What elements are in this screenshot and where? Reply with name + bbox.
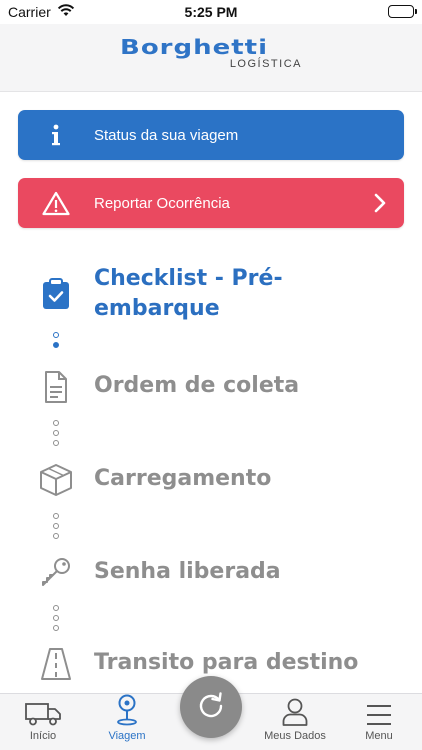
step-connector [53, 605, 59, 635]
map-pin-icon [116, 694, 138, 730]
user-icon [282, 694, 308, 730]
truck-icon [25, 694, 61, 730]
clipboard-check-icon [38, 278, 74, 310]
refresh-button[interactable] [180, 676, 242, 738]
box-icon [38, 464, 74, 496]
step-label: Ordem de coleta [94, 373, 300, 398]
tab-label: Menu [365, 730, 393, 742]
step-label: Transito para destino [94, 650, 359, 675]
step-label: Carregamento [94, 466, 272, 491]
battery-icon [388, 5, 417, 18]
step-connector [53, 513, 59, 543]
report-occurrence-button[interactable]: Reportar Ocorrência [18, 178, 404, 228]
info-icon [18, 124, 94, 146]
logo-subtitle: LOGÍSTICA [229, 58, 302, 70]
clock: 5:25 PM [184, 4, 238, 20]
borghetti-logo: Borghetti LOGÍSTICA [120, 36, 304, 76]
hamburger-icon [366, 694, 392, 730]
tab-viagem[interactable]: Viagem [96, 694, 158, 750]
logo-brand: Borghetti [120, 36, 269, 60]
step-connector [53, 332, 59, 352]
step-connector [53, 420, 59, 450]
step-label: Senha liberada [94, 559, 281, 584]
key-icon [38, 557, 74, 587]
tab-inicio[interactable]: Início [12, 694, 74, 750]
app-header: Borghetti LOGÍSTICA [0, 24, 422, 92]
chevron-right-icon [356, 193, 404, 213]
tab-label: Início [29, 730, 57, 742]
status-bar: Carrier 5:25 PM [0, 0, 422, 24]
tab-label: Meus Dados [264, 730, 326, 742]
tab-menu[interactable]: Menu [352, 694, 406, 750]
tab-label: Viagem [108, 730, 146, 742]
step-label: Checklist - Pré-embarque [94, 266, 283, 321]
refresh-icon [197, 691, 225, 724]
report-occurrence-label: Reportar Ocorrência [94, 194, 230, 212]
road-icon [38, 648, 74, 680]
tab-meus-dados[interactable]: Meus Dados [256, 694, 334, 750]
warning-icon [18, 191, 94, 216]
document-icon [38, 371, 74, 403]
trip-status-label: Status da sua viagem [94, 126, 239, 144]
trip-status-button[interactable]: Status da sua viagem [18, 110, 404, 160]
